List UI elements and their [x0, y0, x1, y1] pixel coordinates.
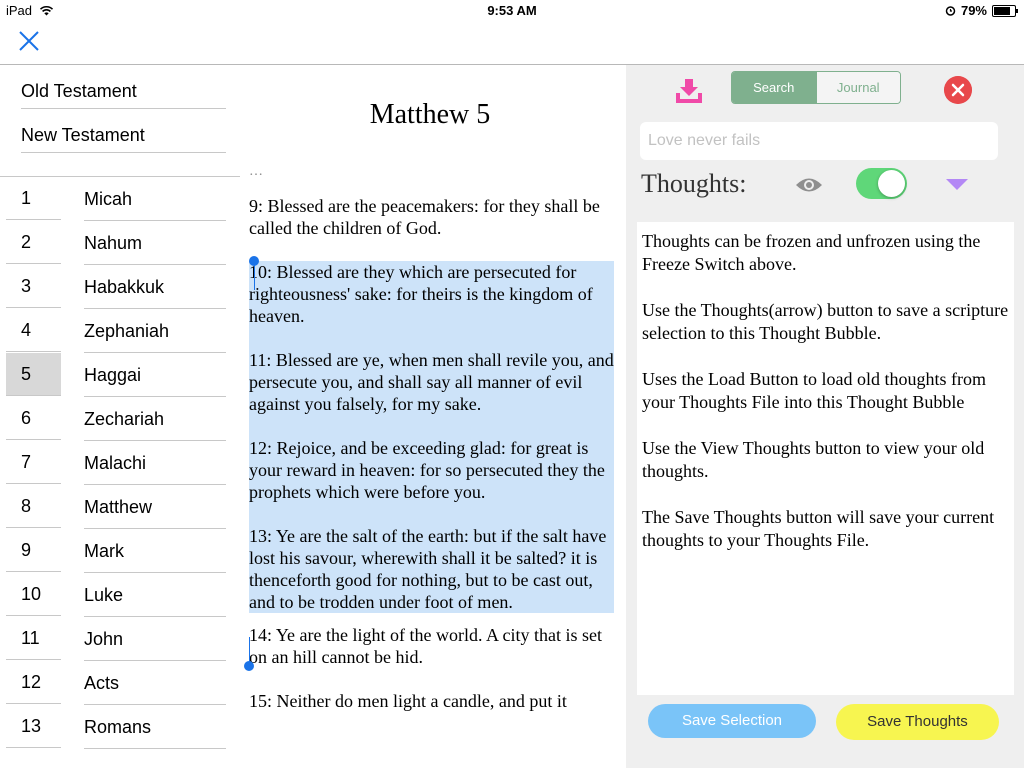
book-row[interactable]: 13 Romans [0, 705, 240, 749]
search-journal-segment: Search Journal [731, 71, 901, 104]
book-number[interactable]: 3 [6, 265, 61, 308]
freeze-switch-knob [878, 170, 905, 197]
eye-icon[interactable] [794, 175, 824, 195]
nav-bar [0, 22, 1024, 65]
close-icon[interactable] [16, 28, 42, 54]
book-number[interactable]: 6 [6, 397, 61, 440]
book-number[interactable]: 1 [6, 177, 61, 220]
save-selection-button[interactable]: Save Selection [648, 704, 816, 738]
book-number[interactable]: 5 [6, 353, 61, 396]
selection-end-handle[interactable] [244, 661, 254, 671]
book-name[interactable]: Zechariah [84, 397, 226, 441]
book-number[interactable]: 7 [6, 441, 61, 484]
status-time: 9:53 AM [487, 3, 537, 18]
book-row[interactable]: 4 Zephaniah [0, 309, 240, 353]
verse[interactable]: 11: Blessed are ye, when men shall revil… [249, 349, 614, 437]
tab-search[interactable]: Search [732, 72, 816, 103]
selection-start-line [254, 262, 255, 290]
book-list: 1 Micah 2 Nahum 3 Habakkuk 4 Zephaniah 5 Haggai 6 Z… [0, 176, 240, 769]
testament-old[interactable]: Old Testament [21, 65, 226, 109]
status-right: 79% [945, 3, 1018, 18]
search-input[interactable] [640, 122, 998, 160]
verse[interactable]: 15: Neither do men light a candle, and p… [249, 690, 614, 712]
download-icon[interactable] [674, 77, 704, 107]
book-name[interactable]: Romans [84, 705, 226, 749]
book-row[interactable]: 2 Nahum [0, 221, 240, 265]
verse[interactable]: 12: Rejoice, and be exceeding glad: for … [249, 437, 614, 525]
thoughts-label: Thoughts: [641, 169, 747, 198]
book-row[interactable]: 3 Habakkuk [0, 265, 240, 309]
book-row[interactable]: 6 Zechariah [0, 397, 240, 441]
tab-journal[interactable]: Journal [815, 72, 900, 103]
book-row[interactable]: 12 Acts [0, 661, 240, 705]
book-number[interactable]: 4 [6, 309, 61, 352]
battery-icon [992, 4, 1018, 17]
verse[interactable]: 13: Ye are the salt of the earth: but if… [249, 525, 614, 613]
verse[interactable]: 14: Ye are the light of the world. A cit… [249, 624, 614, 668]
battery-fill [994, 6, 1010, 15]
book-name[interactable]: Haggai [84, 353, 226, 397]
thought-bubble[interactable]: Thoughts can be frozen and unfrozen usin… [637, 222, 1014, 695]
chapter-title: Matthew 5 [369, 99, 491, 130]
thought-paragraph: Thoughts can be frozen and unfrozen usin… [642, 231, 981, 274]
book-number[interactable]: 8 [6, 485, 61, 528]
scripture-view: Matthew 5 … 9: Blessed are the peacemake… [240, 65, 626, 768]
verse-list: … 9: Blessed are the peacemakers: for th… [249, 161, 614, 734]
book-name[interactable]: Matthew [84, 485, 226, 529]
book-row[interactable]: 8 Matthew [0, 485, 240, 529]
book-row[interactable]: 7 Malachi [0, 441, 240, 485]
book-name[interactable]: Mark [84, 529, 226, 573]
thought-paragraph: Use the Thoughts(arrow) button to save a… [642, 300, 1009, 343]
book-name[interactable]: Malachi [84, 441, 226, 485]
book-number[interactable]: 10 [6, 573, 61, 616]
book-name[interactable]: John [84, 617, 226, 661]
battery-percent: 79% [960, 3, 987, 18]
close-circle-icon[interactable] [944, 76, 972, 104]
book-number[interactable]: 9 [6, 529, 61, 572]
thoughts-panel: Search Journal Thoughts: Thoughts can be… [626, 65, 1024, 768]
book-row[interactable]: 5 Haggai [0, 353, 240, 397]
testament-new[interactable]: New Testament [21, 109, 226, 153]
verse[interactable]: 10: Blessed are they which are persecute… [249, 261, 614, 349]
book-row[interactable]: 11 John [0, 617, 240, 661]
alarm-icon [945, 6, 956, 16]
book-number[interactable]: 11 [6, 617, 61, 660]
selection-start-handle[interactable] [249, 256, 259, 266]
thought-paragraph: The Save Thoughts button will save your … [642, 507, 995, 550]
status-bar: iPad 9:53 AM 79% [0, 0, 1024, 22]
book-name[interactable]: Zephaniah [84, 309, 226, 353]
thought-paragraph: Use the View Thoughts button to view you… [642, 438, 985, 481]
save-thoughts-button[interactable]: Save Thoughts [836, 704, 999, 740]
triangle-down-icon[interactable] [946, 179, 968, 190]
book-name[interactable]: Habakkuk [84, 265, 226, 309]
book-name[interactable]: Acts [84, 661, 226, 705]
verse[interactable]: 9: Blessed are the peacemakers: for they… [249, 195, 614, 239]
book-number[interactable]: 2 [6, 221, 61, 264]
book-number[interactable]: 13 [6, 705, 61, 748]
book-number[interactable]: 12 [6, 661, 61, 704]
book-name[interactable]: Micah [84, 177, 226, 221]
freeze-switch[interactable] [856, 168, 907, 199]
book-row[interactable]: 10 Luke [0, 573, 240, 617]
cut-off-verse: … [249, 164, 263, 177]
book-row[interactable]: 1 Micah [0, 177, 240, 221]
book-name[interactable]: Nahum [84, 221, 226, 265]
book-row[interactable]: 9 Mark [0, 529, 240, 573]
thought-paragraph: Uses the Load Button to load old thought… [642, 369, 986, 412]
book-name[interactable]: Luke [84, 573, 226, 617]
